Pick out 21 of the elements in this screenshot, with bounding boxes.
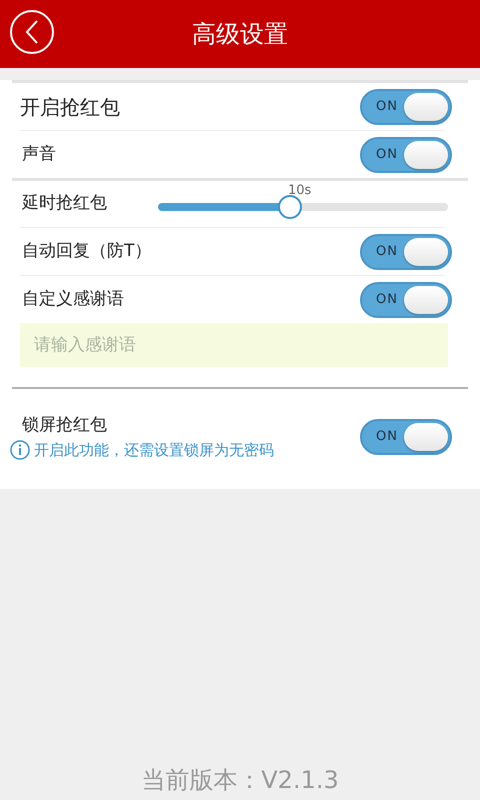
slider-thumb[interactable]	[278, 195, 302, 219]
toggle-switch[interactable]: ON	[360, 88, 452, 124]
info-icon	[10, 440, 30, 460]
back-icon	[24, 19, 40, 45]
version-text: 当前版本：V2.1.3	[140, 765, 340, 796]
setting-label: 自定义感谢语	[21, 288, 124, 311]
toggle-switch[interactable]: ON	[360, 419, 452, 455]
setting-label: 声音	[21, 142, 56, 166]
hint-text: 开启此功能，还需设置锁屏为无密码	[34, 440, 274, 460]
toggle-switch[interactable]: ON	[360, 282, 452, 318]
back-button[interactable]	[10, 10, 54, 54]
delay-slider[interactable]: 10s	[158, 181, 448, 223]
setting-label: 开启抢红包	[20, 94, 120, 120]
setting-label: 自动回复（防T）	[21, 240, 152, 263]
toggle-switch[interactable]: ON	[360, 136, 452, 172]
setting-label: 延时抢红包	[21, 192, 107, 216]
thanks-input-field[interactable]: 请输入感谢语	[20, 323, 448, 367]
setting-label: 锁屏抢红包	[21, 414, 108, 437]
toggle-switch[interactable]: ON	[360, 234, 452, 270]
page-title: 高级设置	[192, 19, 288, 50]
slider-value: 10s	[288, 182, 312, 200]
